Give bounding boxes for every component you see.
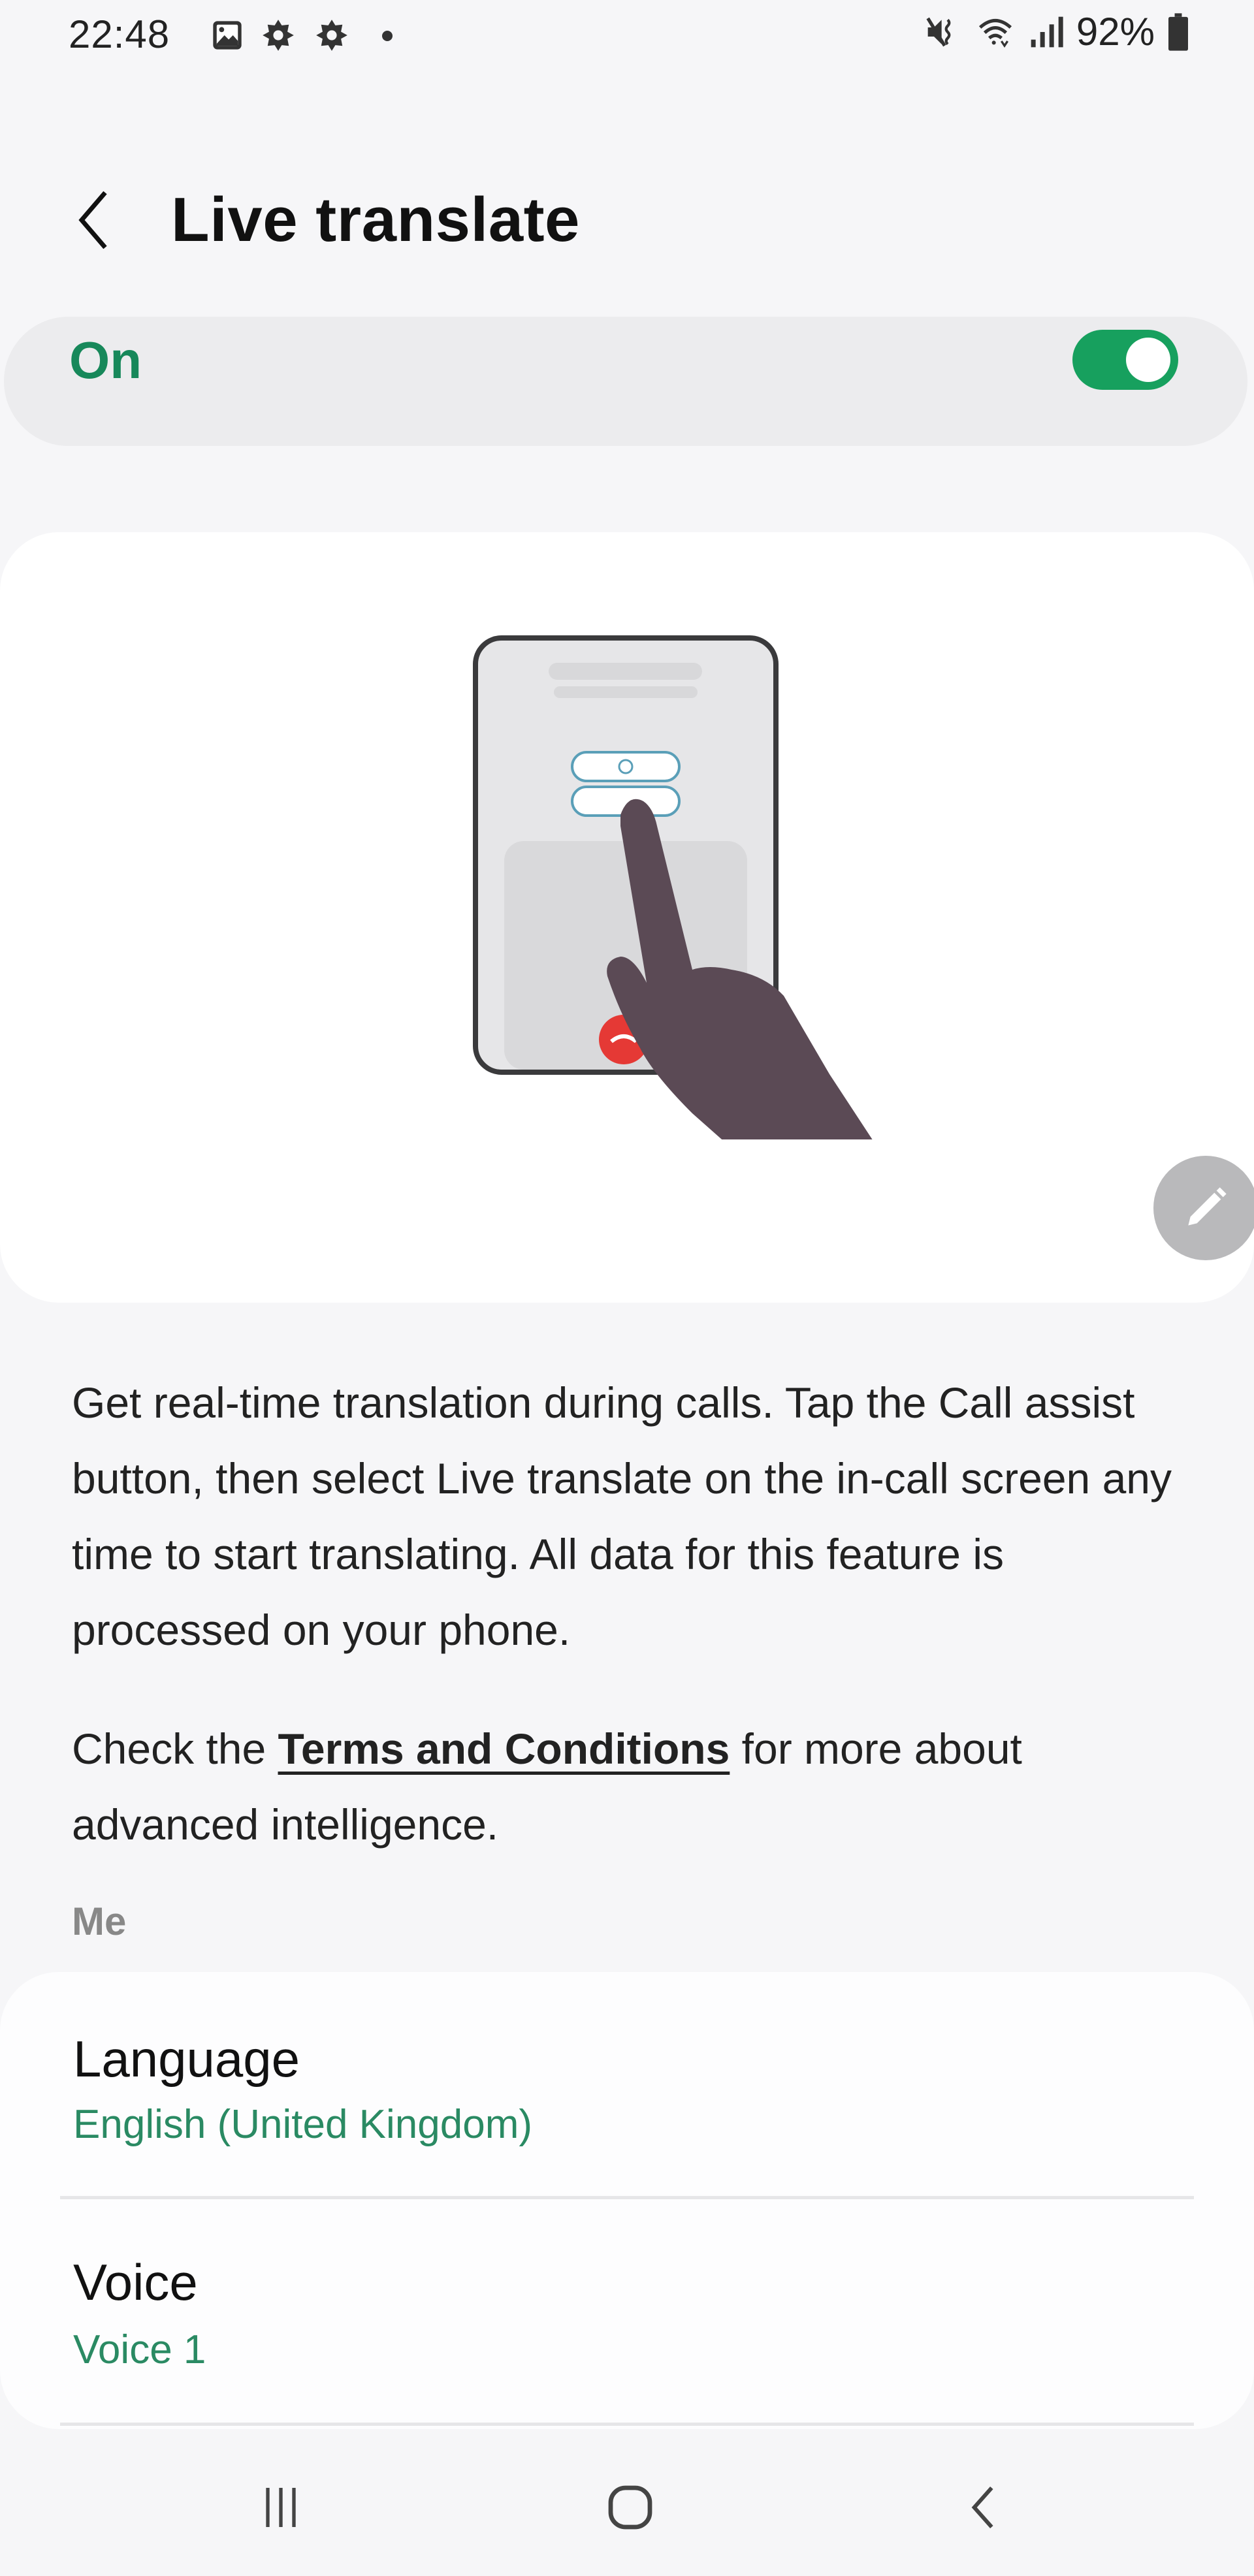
pencil-icon	[1188, 1187, 1227, 1226]
recent-apps-icon	[266, 2488, 296, 2527]
notification-dot-icon	[382, 31, 393, 41]
caller-number-line	[554, 686, 698, 698]
signal-icon	[1031, 16, 1063, 47]
status-right: 92%	[924, 9, 1190, 54]
language-value: English (United Kingdom)	[73, 2102, 533, 2147]
home-icon	[608, 2485, 652, 2530]
gear-icon	[316, 20, 347, 51]
back-button[interactable]	[71, 184, 116, 256]
back-icon	[971, 2487, 993, 2528]
chevron-left-icon	[78, 191, 107, 249]
master-switch-label: On	[69, 331, 142, 389]
call-assist-button-1	[571, 751, 681, 782]
language-title: Language	[73, 2030, 300, 2088]
master-switch-bar[interactable]	[4, 317, 1247, 446]
toggle-knob	[1126, 338, 1170, 382]
battery-icon	[1168, 12, 1188, 51]
voice-setting-row[interactable]: Voice Voice 1	[0, 2199, 1254, 2425]
live-translate-toggle[interactable]	[1072, 330, 1178, 390]
voice-title: Voice	[73, 2253, 198, 2311]
edit-button[interactable]	[1153, 1156, 1254, 1260]
language-setting-row[interactable]: Language English (United Kingdom)	[0, 1972, 1254, 2197]
home-button[interactable]	[578, 2462, 683, 2553]
status-bar: 22:48 92%	[0, 0, 1254, 72]
section-header-me: Me	[72, 1900, 127, 1943]
gallery-icon	[213, 21, 242, 50]
gear-icon	[263, 20, 294, 51]
status-time: 22:48	[69, 12, 170, 56]
terms-text: Check the Terms and Conditions for more …	[72, 1711, 1182, 1862]
me-settings-card: Language English (United Kingdom) Voice …	[0, 1972, 1254, 2429]
caller-name-line	[549, 663, 702, 680]
terms-prefix: Check the	[72, 1725, 278, 1773]
illustration-card	[0, 532, 1254, 1303]
recent-apps-button[interactable]	[229, 2462, 333, 2553]
row-divider	[60, 2423, 1194, 2426]
system-back-button[interactable]	[931, 2462, 1035, 2553]
battery-percent: 92%	[1076, 10, 1155, 54]
wifi-icon	[978, 18, 1012, 48]
terms-and-conditions-link[interactable]: Terms and Conditions	[278, 1725, 730, 1773]
mute-vibrate-icon	[926, 17, 951, 46]
call-assist-illustration	[473, 635, 873, 1139]
feature-description: Get real-time translation during calls. …	[72, 1378, 1172, 1654]
voice-value: Voice 1	[73, 2327, 206, 2372]
page-title: Live translate	[171, 185, 580, 255]
